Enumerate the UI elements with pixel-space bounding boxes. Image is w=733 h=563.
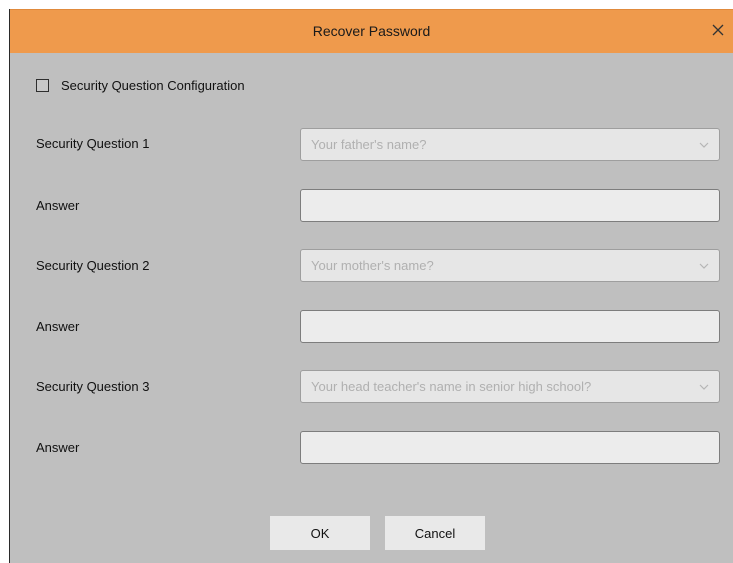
security-question-3-value: Your head teacher's name in senior high … (311, 379, 592, 394)
answer-3-input[interactable] (300, 431, 720, 464)
chevron-down-icon (699, 384, 709, 390)
dialog-title: Recover Password (312, 23, 431, 39)
security-question-3-label: Security Question 3 (36, 379, 150, 394)
security-question-1-select[interactable]: Your father's name? (300, 128, 720, 161)
cancel-button[interactable]: Cancel (385, 516, 485, 550)
answer-2-label: Answer (36, 319, 80, 334)
security-config-checkbox-row[interactable]: Security Question Configuration (36, 75, 245, 95)
chevron-down-icon (699, 263, 709, 269)
security-config-label: Security Question Configuration (61, 77, 245, 93)
security-question-2-select[interactable]: Your mother's name? (300, 249, 720, 282)
security-question-1-value: Your father's name? (311, 137, 427, 152)
answer-1-input[interactable] (300, 189, 720, 222)
security-question-2-value: Your mother's name? (311, 258, 434, 273)
recover-password-dialog: Recover Password Security Question Confi… (9, 9, 733, 563)
ok-button[interactable]: OK (270, 516, 370, 550)
chevron-down-icon (699, 142, 709, 148)
close-icon[interactable] (707, 19, 729, 41)
answer-2-input[interactable] (300, 310, 720, 343)
security-question-1-label: Security Question 1 (36, 136, 150, 151)
security-config-checkbox[interactable] (36, 78, 49, 92)
security-question-2-label: Security Question 2 (36, 258, 150, 273)
answer-1-label: Answer (36, 198, 80, 213)
dialog-titlebar: Recover Password (10, 9, 733, 53)
security-question-3-select[interactable]: Your head teacher's name in senior high … (300, 370, 720, 403)
answer-3-label: Answer (36, 440, 80, 455)
